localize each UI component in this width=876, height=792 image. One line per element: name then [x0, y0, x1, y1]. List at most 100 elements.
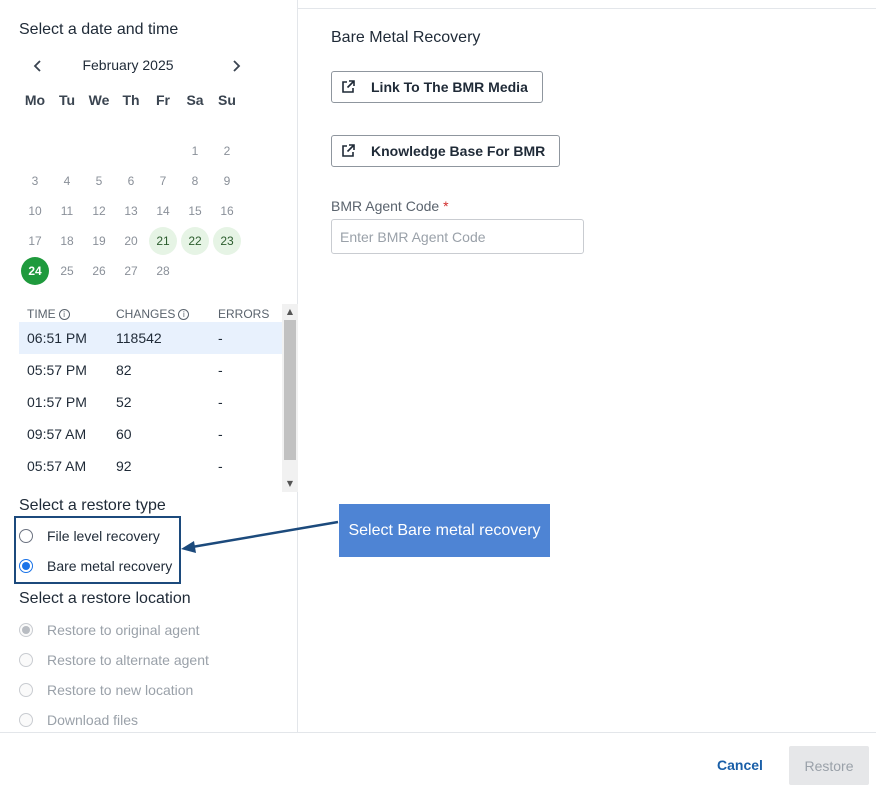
calendar-day: 18: [51, 226, 83, 256]
changes-cell: 60: [116, 426, 132, 442]
calendar-day: 3: [19, 166, 51, 196]
calendar-day-number: 27: [124, 264, 138, 278]
calendar-day-number: 8: [191, 174, 199, 188]
calendar-day: 13: [115, 196, 147, 226]
calendar-day-number: 21: [149, 227, 177, 255]
scroll-down-arrow-icon[interactable]: ▼: [282, 476, 298, 492]
table-row[interactable]: 05:57 AM 92 -: [19, 450, 283, 482]
right-panel: Bare Metal Recovery Link To The BMR Medi…: [299, 0, 876, 732]
prev-month-button[interactable]: [26, 54, 50, 78]
cancel-button[interactable]: Cancel: [710, 753, 770, 777]
external-link-icon: [342, 80, 355, 93]
scroll-thumb[interactable]: [284, 320, 296, 460]
calendar-day-number: 22: [181, 227, 209, 255]
restore-type-title: Select a restore type: [19, 497, 166, 514]
restore-alternate-agent-option: Restore to alternate agent: [19, 648, 209, 672]
weekday-header: Tu: [58, 92, 76, 108]
restore-original-agent-option: Restore to original agent: [19, 618, 200, 642]
weekday-header: Sa: [186, 92, 204, 108]
calendar-day: 6: [115, 166, 147, 196]
option-label: Restore to new location: [47, 682, 194, 698]
calendar-day: 19: [83, 226, 115, 256]
agent-code-label: BMR Agent Code *: [331, 198, 449, 214]
bmr-media-link-button[interactable]: Link To The BMR Media: [331, 71, 543, 103]
changes-cell: 52: [116, 394, 132, 410]
time-cell: 09:57 AM: [27, 426, 87, 442]
table-scrollbar[interactable]: ▲ ▼: [282, 304, 298, 492]
button-label: Knowledge Base For BMR: [371, 143, 546, 159]
button-label: Link To The BMR Media: [371, 79, 528, 95]
weekday-header: Fr: [156, 92, 170, 108]
option-label: Restore to original agent: [47, 622, 200, 638]
calendar-day-number: 28: [156, 264, 170, 278]
errors-cell: -: [218, 458, 223, 474]
errors-cell: -: [218, 394, 223, 410]
time-cell: 05:57 AM: [27, 458, 87, 474]
calendar-day[interactable]: 21: [147, 226, 179, 256]
calendar-day-number: 26: [92, 264, 106, 278]
kb-link-button[interactable]: Knowledge Base For BMR: [331, 135, 561, 167]
calendar-day-number: 5: [95, 174, 103, 188]
bmr-panel-title: Bare Metal Recovery: [331, 29, 481, 46]
calendar-day-number: 1: [191, 144, 199, 158]
weekday-header: We: [88, 92, 110, 108]
callout-box: Select Bare metal recovery: [339, 504, 550, 557]
changes-cell: 92: [116, 458, 132, 474]
restore-new-location-option: Restore to new location: [19, 678, 193, 702]
calendar-day: 11: [51, 196, 83, 226]
calendar-month-label: February 2025: [82, 57, 174, 73]
restore-button: Restore: [789, 746, 869, 785]
weekday-header: Su: [218, 92, 236, 108]
weekday-header: Th: [122, 92, 140, 108]
calendar-grid: Mo Tu We Th Fr Sa Su 1 2 3 4 5 6 7 8 9 10 11 12 13 14…: [19, 88, 243, 286]
calendar-day: 8: [179, 166, 211, 196]
calendar-day-number: 7: [159, 174, 167, 188]
table-row[interactable]: 09:57 AM 60 -: [19, 418, 283, 450]
radio-button: [19, 683, 33, 697]
info-icon[interactable]: i: [178, 308, 190, 320]
calendar-day[interactable]: 24: [19, 256, 51, 286]
radio-button: [19, 623, 33, 637]
scroll-up-arrow-icon[interactable]: ▲: [282, 304, 298, 320]
table-row[interactable]: 05:57 PM 82 -: [19, 354, 283, 386]
date-section-title: Select a date and time: [19, 21, 179, 38]
agent-code-input[interactable]: [331, 219, 584, 254]
download-files-option: Download files: [19, 708, 138, 732]
calendar-day[interactable]: 22: [179, 226, 211, 256]
next-month-button[interactable]: [224, 54, 248, 78]
time-header: TIME: [27, 307, 56, 321]
calendar-day-number: 9: [223, 174, 231, 188]
snapshot-table: TIME i CHANGES i ERRORS 06:51 PM 118542 - …: [19, 304, 283, 492]
calendar-day-number: 20: [124, 234, 138, 248]
errors-cell: -: [218, 362, 223, 378]
calendar-day: 4: [51, 166, 83, 196]
calendar-day: 7: [147, 166, 179, 196]
calendar-day-number: 12: [92, 204, 106, 218]
radio-button: [19, 713, 33, 727]
calendar-day: 2: [211, 136, 243, 166]
calendar-day: 16: [211, 196, 243, 226]
calendar-day: 14: [147, 196, 179, 226]
footer-bar: Cancel Restore: [0, 732, 876, 792]
calendar-day: 5: [83, 166, 115, 196]
calendar-day-number: 17: [28, 234, 42, 248]
weekday-header: Mo: [24, 92, 46, 108]
calendar-day-number: 18: [60, 234, 74, 248]
calendar-day: 12: [83, 196, 115, 226]
option-label: Restore to alternate agent: [47, 652, 209, 668]
calendar-day[interactable]: 23: [211, 226, 243, 256]
table-header: TIME i CHANGES i ERRORS: [19, 304, 283, 322]
calendar-day-number: 15: [188, 204, 202, 218]
external-link-icon: [342, 144, 355, 157]
table-row[interactable]: 06:51 PM 118542 -: [19, 322, 283, 354]
calendar-day-number: 25: [60, 264, 74, 278]
time-cell: 01:57 PM: [27, 394, 87, 410]
calendar-day-number: 11: [60, 204, 74, 218]
chevron-right-icon: [233, 60, 241, 72]
calendar-day-number: 4: [63, 174, 71, 188]
info-icon[interactable]: i: [58, 308, 70, 320]
left-panel: Select a date and time February 2025 Mo …: [0, 0, 298, 732]
time-cell: 05:57 PM: [27, 362, 87, 378]
errors-header: ERRORS: [218, 307, 270, 321]
table-row[interactable]: 01:57 PM 52 -: [19, 386, 283, 418]
